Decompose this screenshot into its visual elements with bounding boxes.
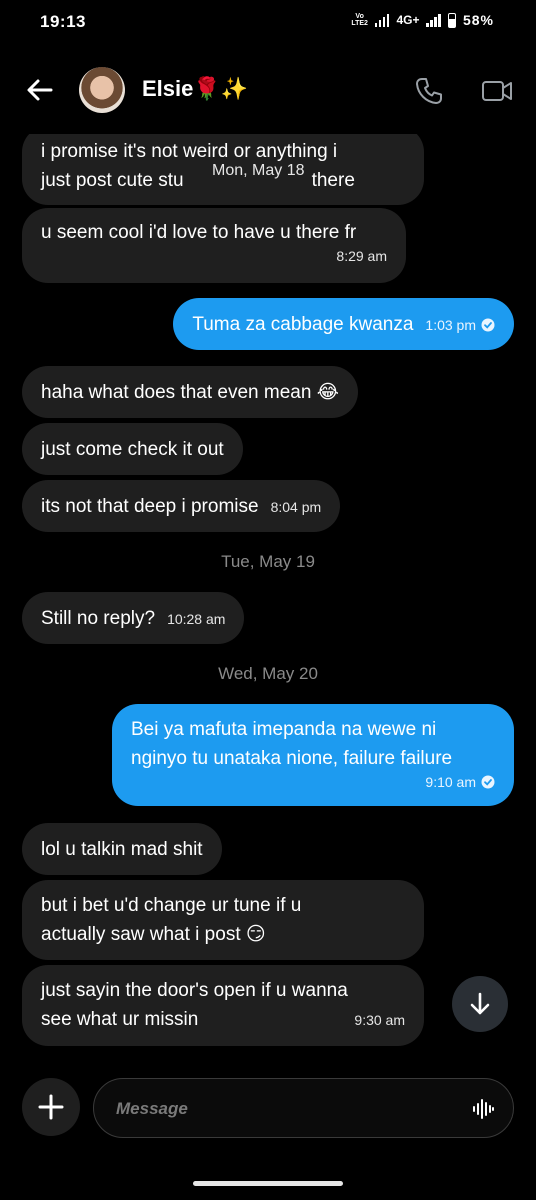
- message-text-part: see what ur missin: [41, 1009, 199, 1030]
- signal-icon-2: [426, 13, 441, 27]
- message-text-line2: see what ur missin 9:30 am: [41, 1005, 405, 1034]
- message-time: 8:04 pm: [270, 499, 322, 515]
- back-arrow-icon[interactable]: [24, 74, 56, 106]
- scroll-to-bottom-button[interactable]: [452, 976, 508, 1032]
- message-text-line1: but i bet u'd change ur tune if u: [41, 895, 302, 916]
- message-text-line2: actually saw what i post 😏: [41, 924, 266, 945]
- message-text-line2: nginyo tu unataka nione, failure failure: [131, 748, 453, 769]
- message-time: 9:10 am: [425, 774, 476, 790]
- contact-name[interactable]: Elsie🌹✨: [142, 76, 248, 102]
- message-text-line1: Bei ya mafuta imepanda na wewe ni: [131, 719, 437, 740]
- phone-icon[interactable]: [414, 76, 444, 106]
- message-list[interactable]: i promise it's not weird or anything i j…: [0, 134, 536, 1054]
- message-time-row: 9:10 am: [131, 773, 495, 791]
- date-separator: Tue, May 19: [221, 552, 315, 571]
- message-bubble-received[interactable]: just come check it out: [22, 423, 243, 475]
- message-bubble-received[interactable]: lol u talkin mad shit: [22, 823, 222, 875]
- message-bubble-received[interactable]: its not that deep i promise 8:04 pm: [22, 480, 341, 532]
- message-time: 1:03 pm: [425, 317, 476, 333]
- message-bubble-received[interactable]: Still no reply? 10:28 am: [22, 592, 245, 644]
- message-bubble-received[interactable]: but i bet u'd change ur tune if u actual…: [22, 880, 424, 960]
- contact-name-text: Elsie: [142, 76, 194, 101]
- signal-icon: [374, 13, 390, 27]
- message-text: u seem cool i'd love to have u there fr: [41, 222, 357, 243]
- message-time: 8:29 am: [336, 248, 387, 264]
- message-text-part-2: there: [311, 170, 355, 191]
- voice-wave-icon[interactable]: [471, 1097, 495, 1121]
- avatar[interactable]: [79, 67, 125, 113]
- read-check-icon: [481, 775, 495, 789]
- message-bubble-received[interactable]: haha what does that even mean 😂: [22, 366, 358, 418]
- home-indicator[interactable]: [193, 1181, 343, 1186]
- battery-icon: [447, 12, 456, 28]
- network-type: 4G+: [396, 13, 420, 27]
- status-indicators: Vo LTE2 4G+ 58%: [351, 12, 494, 28]
- message-bubble-received[interactable]: u seem cool i'd love to have u there fr …: [22, 208, 406, 283]
- conversation-header: Elsie🌹✨: [0, 60, 536, 120]
- battery-percent: 58%: [462, 12, 494, 28]
- message-text-line1: just sayin the door's open if u wanna: [41, 980, 348, 1001]
- message-text: Tuma za cabbage kwanza: [192, 314, 414, 335]
- video-camera-icon[interactable]: [481, 77, 513, 105]
- message-composer: Message: [0, 1078, 536, 1140]
- message-input[interactable]: Message: [93, 1078, 514, 1138]
- arrow-down-icon: [470, 992, 490, 1015]
- message-time: 9:30 am: [354, 1012, 405, 1028]
- add-media-button[interactable]: [22, 1078, 80, 1136]
- date-separator: Wed, May 20: [218, 664, 318, 683]
- floating-date-label: Mon, May 18: [208, 162, 309, 180]
- message-bubble-sent[interactable]: Tuma za cabbage kwanza 1:03 pm: [173, 298, 514, 350]
- status-time: 19:13: [40, 12, 86, 31]
- message-bubble-received[interactable]: just sayin the door's open if u wanna se…: [22, 965, 424, 1046]
- read-check-icon: [481, 318, 495, 332]
- message-text: haha what does that even mean 😂: [41, 382, 339, 403]
- message-time: 10:28 am: [167, 611, 226, 627]
- plus-icon: [38, 1094, 64, 1120]
- message-placeholder: Message: [116, 1099, 188, 1118]
- message-text: lol u talkin mad shit: [41, 839, 203, 860]
- status-bar: 19:13 Vo LTE2 4G+ 58%: [0, 0, 536, 46]
- message-text: just come check it out: [41, 439, 224, 460]
- message-text: its not that deep i promise: [41, 496, 259, 517]
- message-text-part: just post cute stu: [41, 170, 184, 191]
- message-text: Still no reply?: [41, 608, 156, 629]
- contact-name-emoji: 🌹✨: [193, 76, 249, 101]
- message-bubble-sent[interactable]: Bei ya mafuta imepanda na wewe ni nginyo…: [112, 704, 514, 806]
- volte-icon: Vo LTE2: [351, 13, 368, 27]
